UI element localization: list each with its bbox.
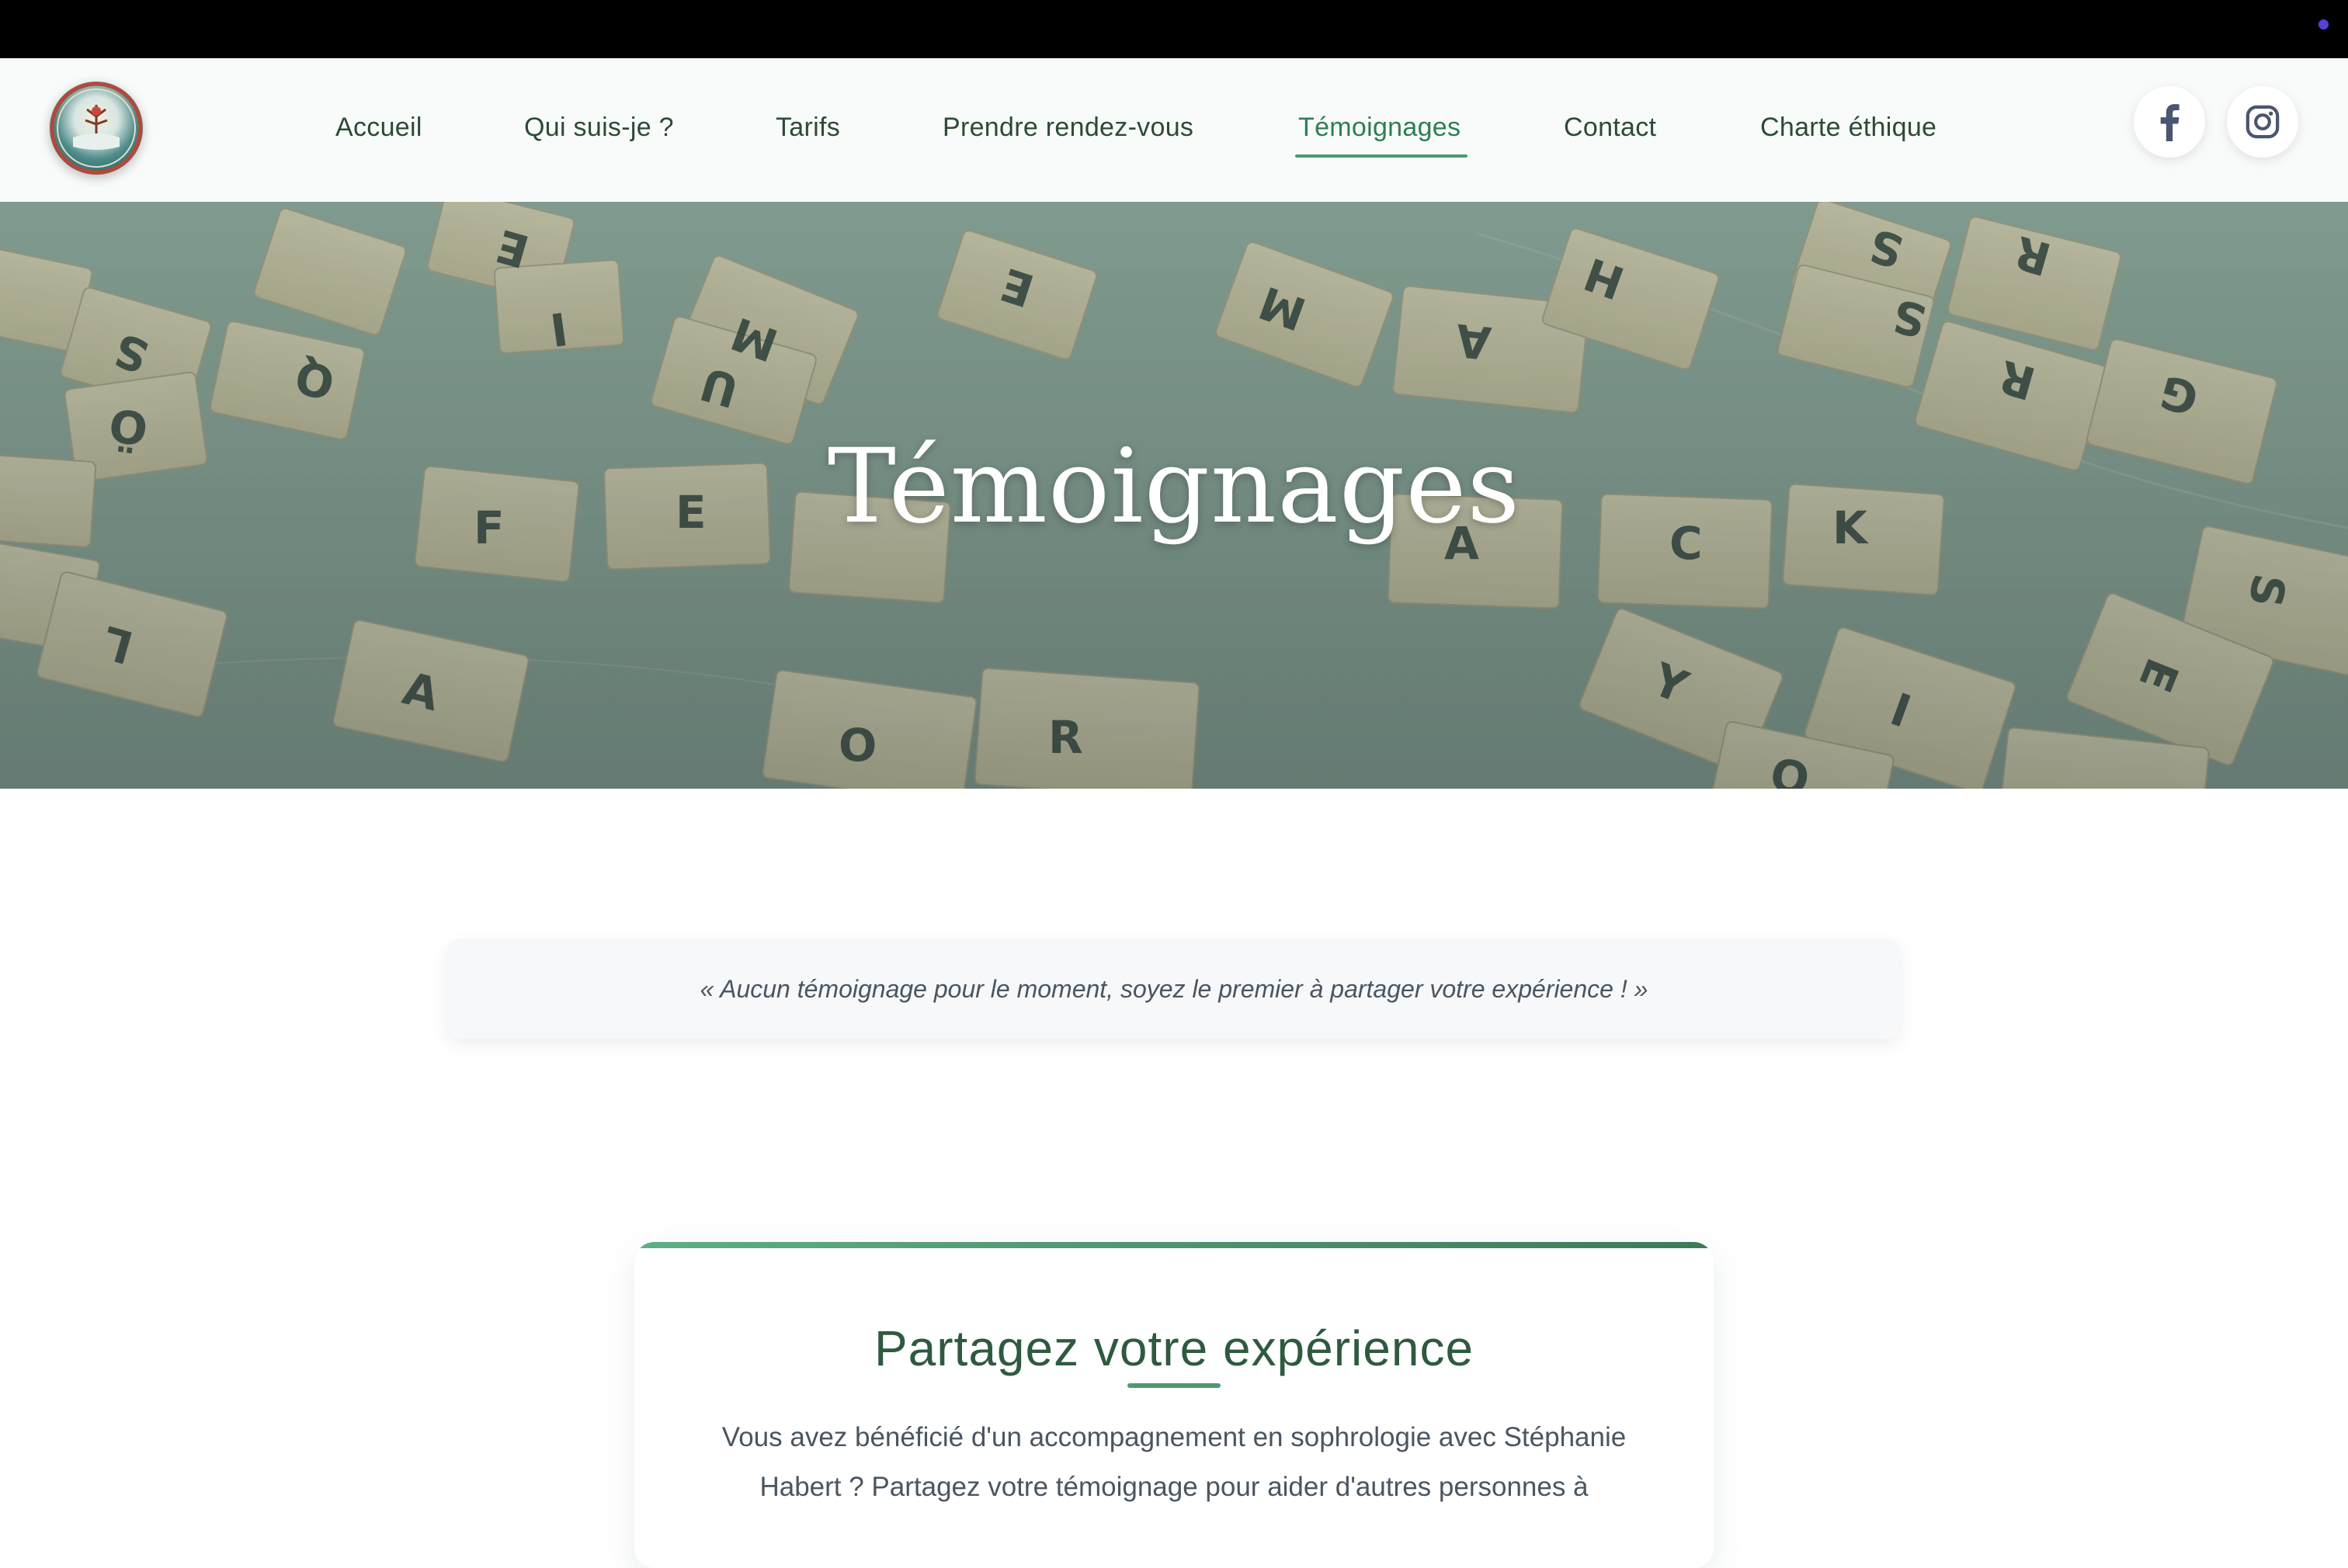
- facebook-icon: [2160, 104, 2180, 141]
- card-title-underline: [1127, 1383, 1221, 1388]
- nav-link-prendre-rendez-vous[interactable]: Prendre rendez-vous: [943, 113, 1193, 143]
- nav-link-temoignages[interactable]: Témoignages: [1298, 113, 1461, 143]
- page-title: Témoignages: [827, 427, 1521, 546]
- share-experience-card: Partagez votre expérience Vous avez béné…: [634, 1242, 1714, 1568]
- nav-link-qui-suis-je[interactable]: Qui suis-je ?: [524, 113, 674, 143]
- empty-testimonials-notice: « Aucun témoignage pour le moment, soyez…: [448, 939, 1900, 1039]
- browser-top-bar: [0, 0, 2348, 58]
- hero-banner: E I S Q Ö M U E M A H S R S R G F E A C …: [0, 202, 2348, 789]
- site-header: Accueil Qui suis-je ? Tarifs Prendre ren…: [0, 58, 2348, 202]
- tree-emblem-icon: [50, 82, 143, 175]
- instagram-icon: [2246, 105, 2280, 139]
- site-logo[interactable]: [50, 82, 143, 175]
- nav-link-charte-ethique[interactable]: Charte éthique: [1760, 113, 1936, 143]
- instagram-button[interactable]: [2227, 86, 2298, 158]
- nav-link-accueil[interactable]: Accueil: [335, 113, 422, 143]
- card-accent-bar: [634, 1242, 1714, 1248]
- notice-text: « Aucun témoignage pour le moment, soyez…: [700, 974, 1648, 1003]
- status-dot: [2318, 19, 2329, 29]
- nav-link-tarifs[interactable]: Tarifs: [776, 113, 840, 143]
- active-nav-indicator: [1295, 154, 1468, 158]
- card-description: Vous avez bénéficié d'un accompagnement …: [721, 1422, 1627, 1502]
- facebook-button[interactable]: [2134, 86, 2205, 158]
- nav-link-contact[interactable]: Contact: [1564, 113, 1656, 143]
- card-title: Partagez votre expérience: [874, 1320, 1474, 1376]
